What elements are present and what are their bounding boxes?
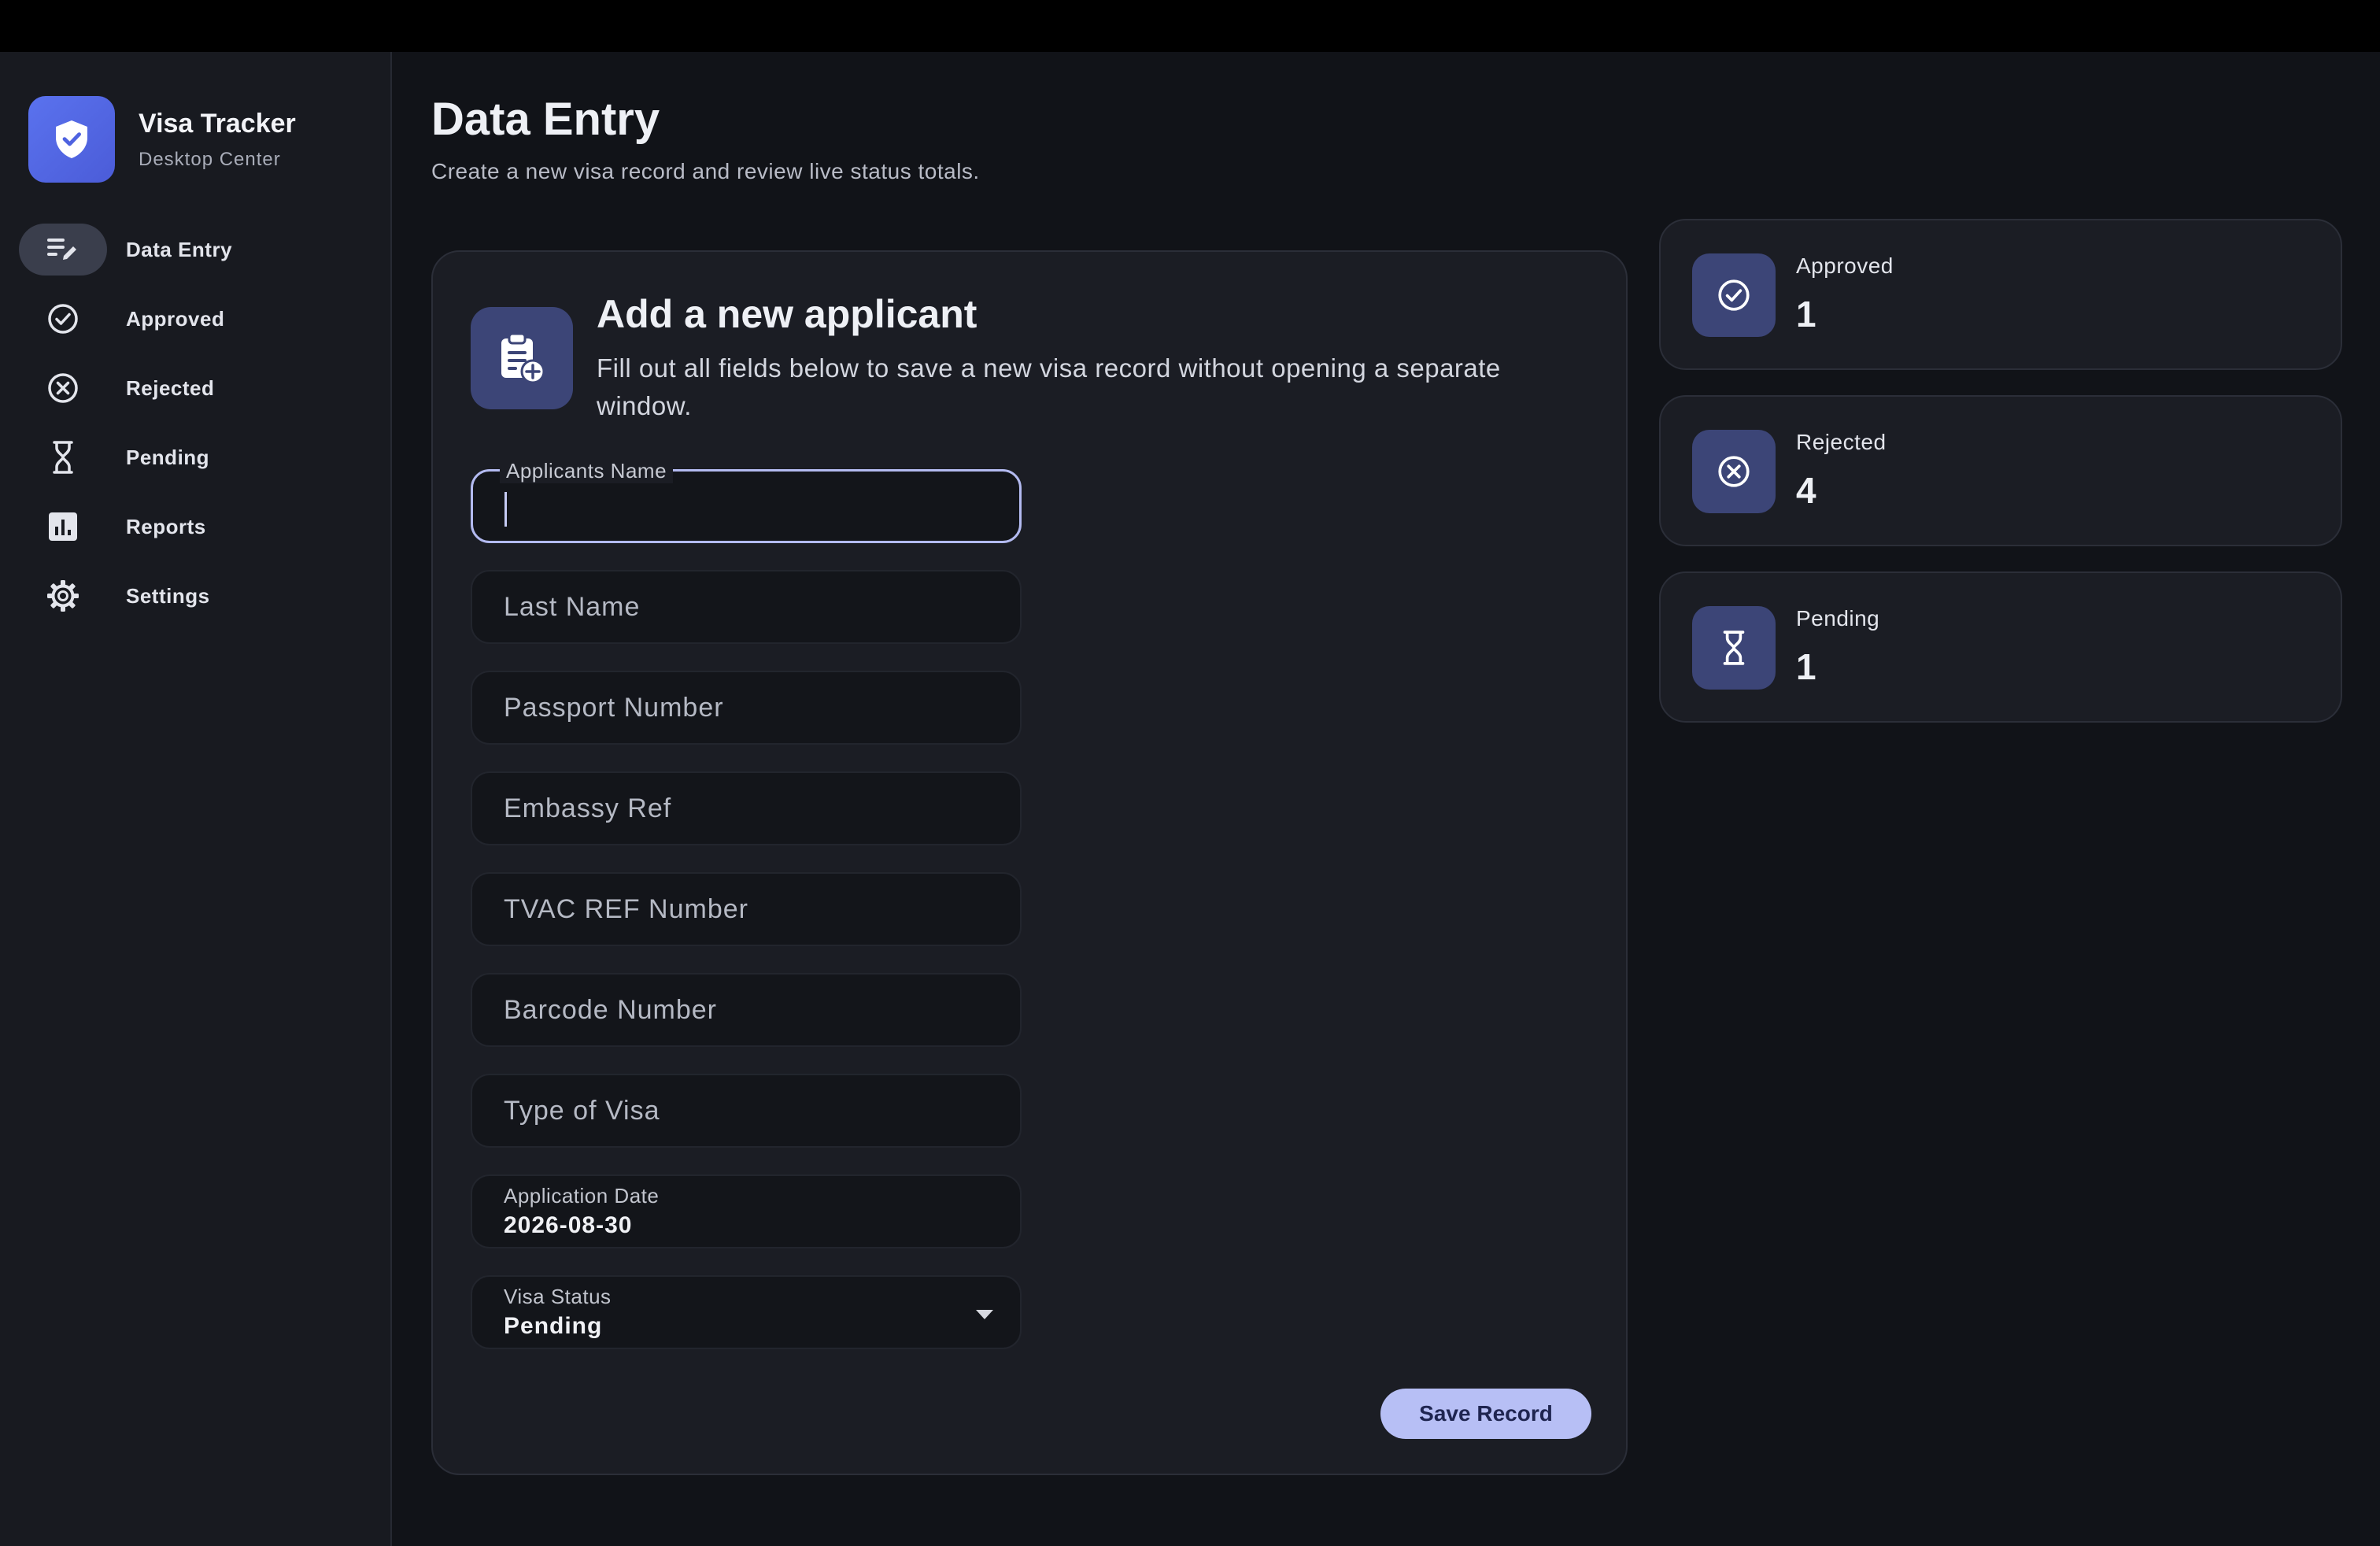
stat-value: 1 (1796, 646, 1816, 687)
sidebar-item-reports[interactable]: Reports (19, 501, 373, 553)
stat-card-pending: Pending 1 (1659, 571, 2342, 723)
last-name-field[interactable] (471, 570, 1022, 644)
form-description: Fill out all fields below to save a new … (597, 353, 1501, 420)
brand-subtitle: Desktop Center (139, 148, 281, 170)
type-of-visa-field[interactable] (471, 1074, 1022, 1148)
sidebar-item-label: Settings (126, 583, 210, 608)
embassy-ref-input[interactable] (472, 773, 1020, 844)
sidebar-item-settings[interactable]: Settings (19, 570, 373, 622)
sidebar-item-pending[interactable]: Pending (19, 431, 373, 483)
passport-number-input[interactable] (472, 672, 1020, 743)
shield-check-icon (28, 96, 115, 183)
sidebar-item-data-entry[interactable]: Data Entry (19, 224, 373, 276)
sidebar-item-label: Reports (126, 514, 206, 538)
sidebar-item-rejected[interactable]: Rejected (19, 362, 373, 414)
stat-value: 4 (1796, 470, 1816, 511)
sidebar-item-approved[interactable]: Approved (19, 293, 373, 345)
stat-label: Approved (1796, 253, 1894, 278)
check-circle-icon (19, 293, 107, 345)
passport-number-field[interactable] (471, 671, 1022, 745)
field-label: Application Date (504, 1184, 660, 1208)
barcode-number-field[interactable] (471, 973, 1022, 1047)
gear-icon (19, 570, 107, 622)
page-subtitle: Create a new visa record and review live… (431, 159, 980, 183)
applicants-name-field[interactable]: Applicants Name (471, 459, 1022, 543)
x-circle-icon (19, 362, 107, 414)
field-label: Applicants Name (500, 459, 674, 483)
sidebar-nav: Data Entry Approved Rejected Pending Rep… (19, 224, 373, 639)
brand-title: Visa Tracker (139, 108, 296, 139)
applicant-form-card: Add a new applicant Fill out all fields … (431, 250, 1628, 1475)
last-name-input[interactable] (472, 571, 1020, 642)
window-top-bar (0, 0, 2380, 52)
stat-label: Rejected (1796, 430, 1887, 454)
chevron-down-icon (976, 1310, 993, 1319)
text-caret (504, 492, 507, 527)
form-title: Add a new applicant (597, 292, 978, 336)
page-title: Data Entry (431, 94, 660, 145)
stat-card-approved: Approved 1 (1659, 219, 2342, 370)
hourglass-icon (1692, 606, 1776, 690)
hourglass-icon (19, 431, 107, 483)
tvac-ref-number-input[interactable] (472, 874, 1020, 945)
bar-chart-icon (19, 501, 107, 553)
x-circle-icon (1692, 430, 1776, 513)
embassy-ref-field[interactable] (471, 771, 1022, 845)
tvac-ref-number-field[interactable] (471, 872, 1022, 946)
stat-card-rejected: Rejected 4 (1659, 395, 2342, 546)
type-of-visa-input[interactable] (472, 1075, 1020, 1146)
application-date-field[interactable]: Application Date 2026-08-30 (471, 1174, 1022, 1248)
clipboard-add-icon (471, 307, 573, 409)
application-date-value: 2026-08-30 (504, 1212, 633, 1238)
sidebar-item-label: Pending (126, 445, 210, 469)
barcode-number-input[interactable] (472, 975, 1020, 1045)
save-record-button[interactable]: Save Record (1380, 1389, 1591, 1439)
field-label: Visa Status (504, 1285, 612, 1308)
edit-list-icon (19, 224, 107, 276)
sidebar-item-label: Data Entry (126, 237, 233, 261)
sidebar-item-label: Rejected (126, 375, 215, 400)
check-circle-icon (1692, 253, 1776, 337)
stat-value: 1 (1796, 294, 1816, 335)
brand: Visa Tracker Desktop Center (28, 96, 296, 183)
visa-status-value: Pending (504, 1313, 603, 1339)
stat-label: Pending (1796, 606, 1880, 631)
sidebar: Visa Tracker Desktop Center Data Entry A… (0, 52, 392, 1546)
sidebar-item-label: Approved (126, 306, 225, 331)
visa-status-select[interactable]: Visa Status Pending (471, 1275, 1022, 1349)
